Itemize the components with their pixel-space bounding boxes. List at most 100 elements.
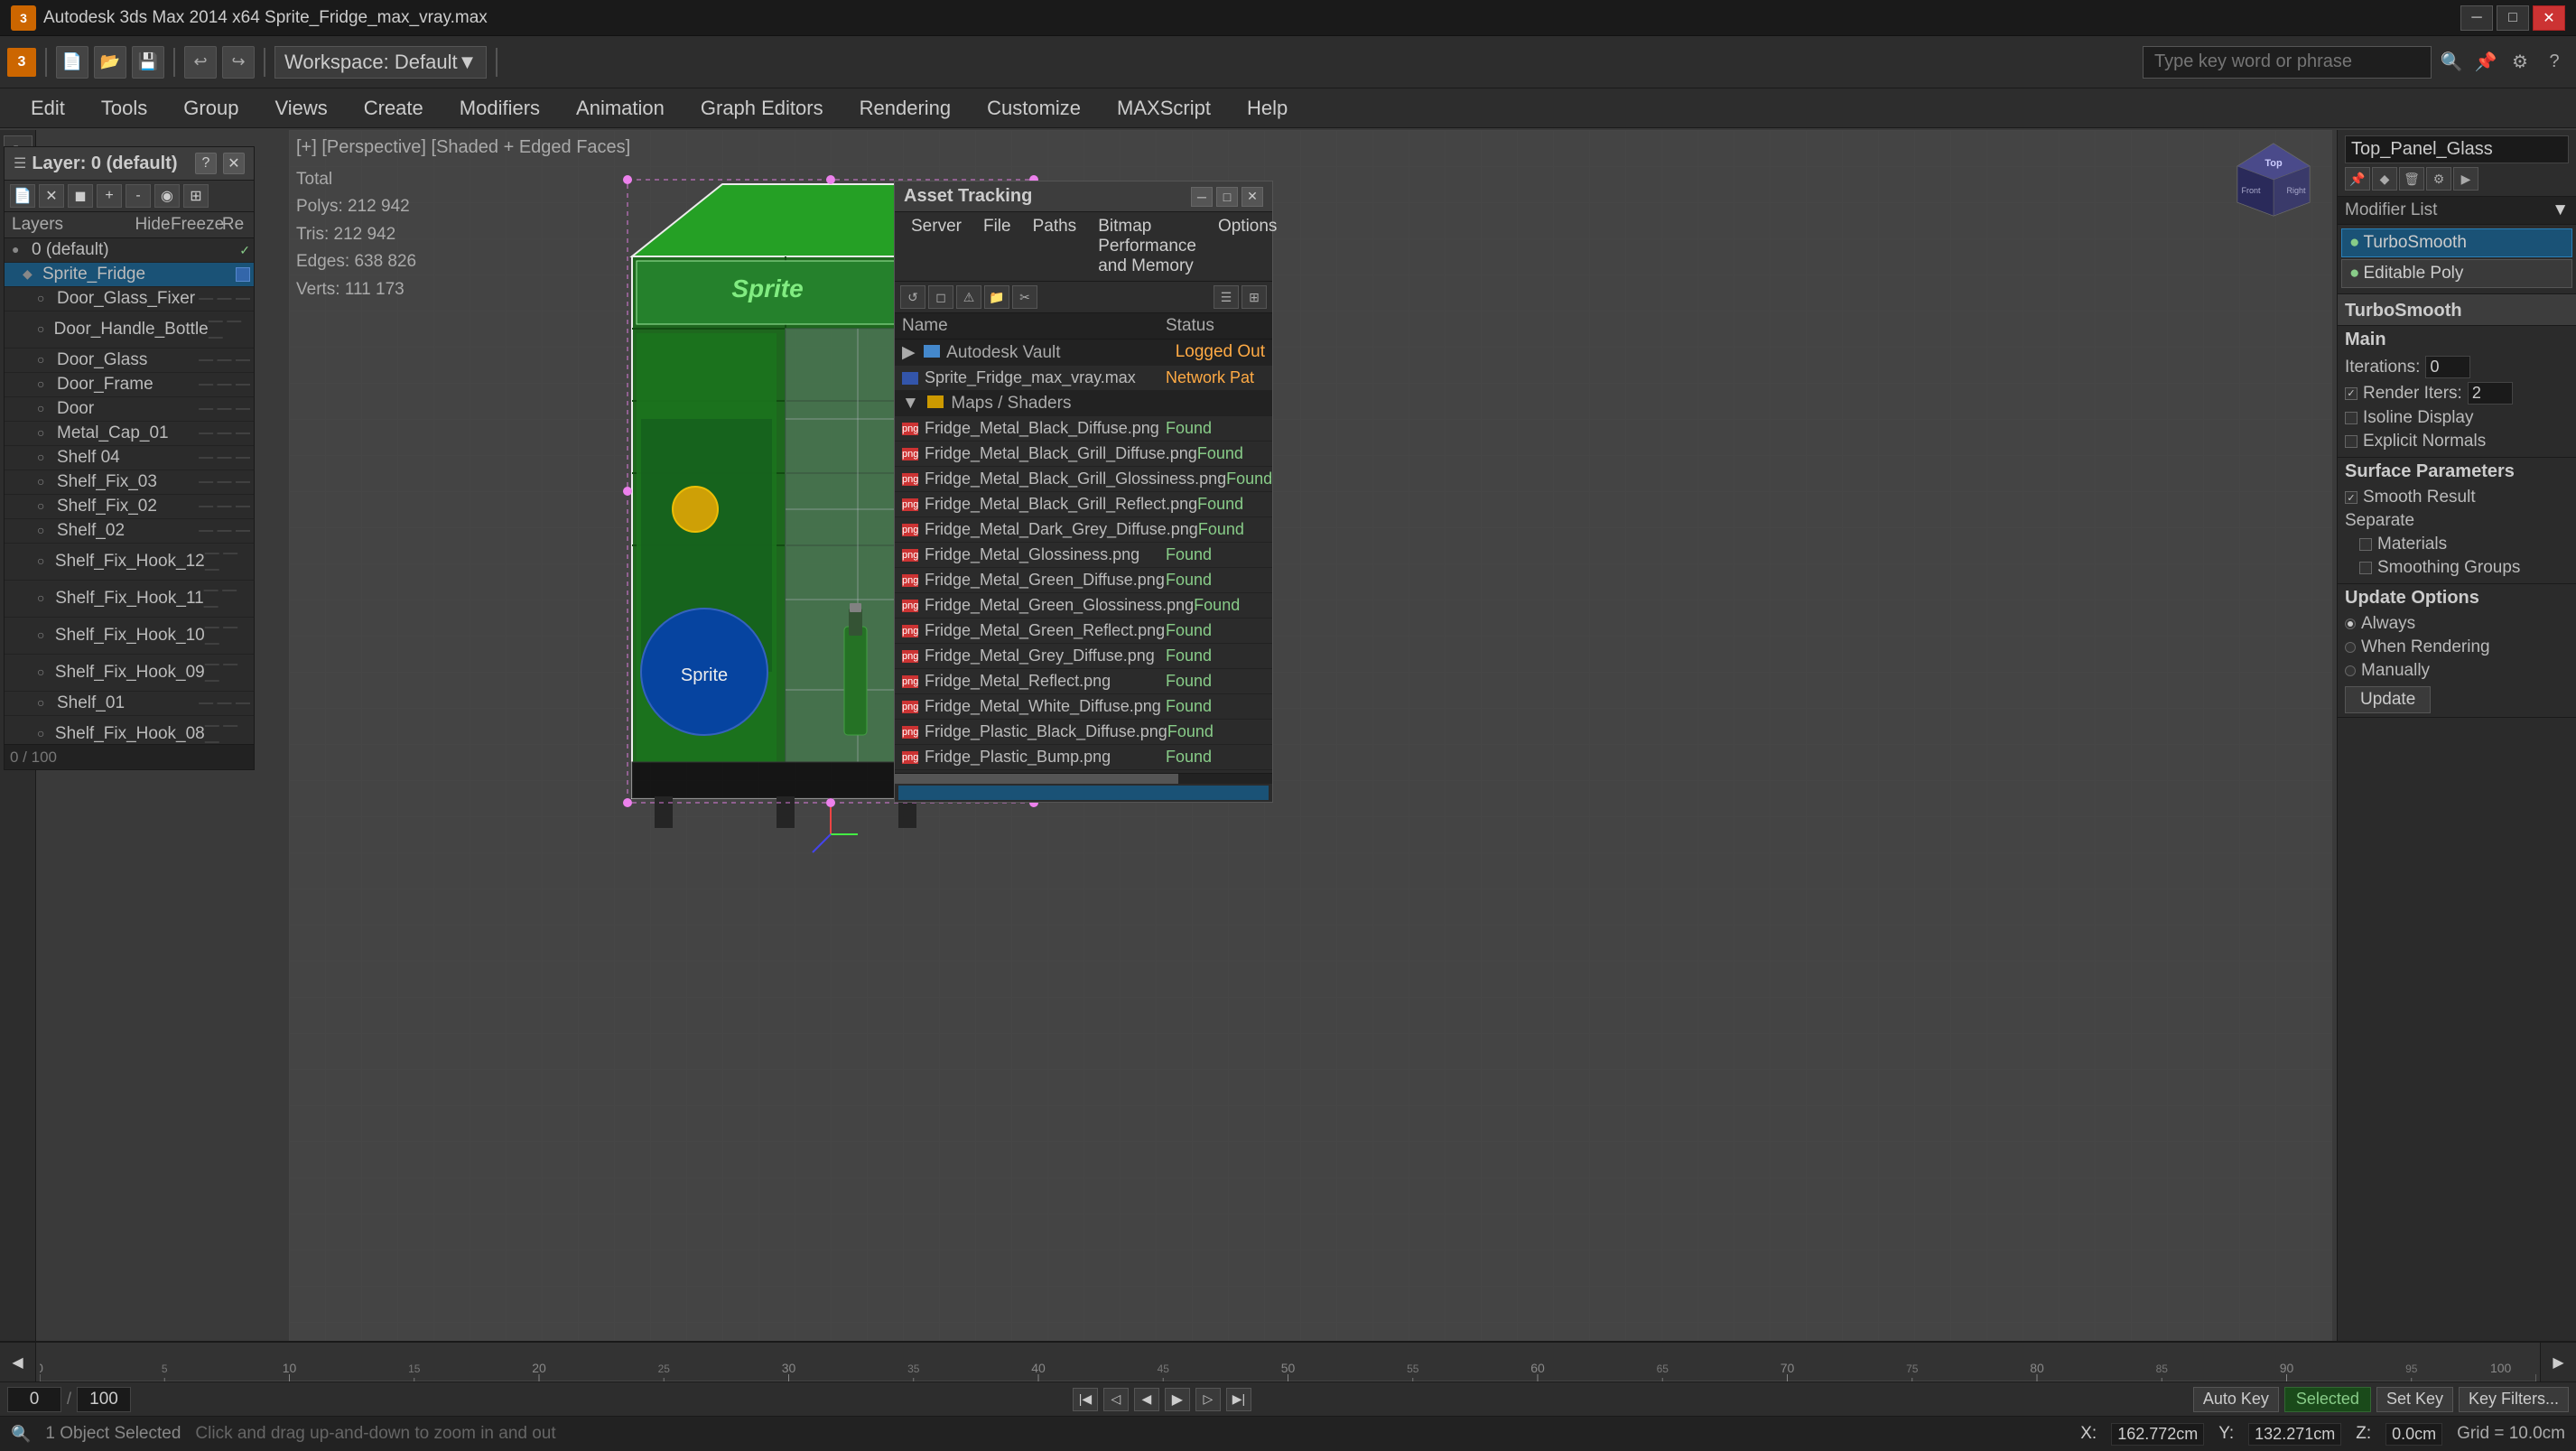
layer-item-shelf-hook-12[interactable]: ○ Shelf_Fix_Hook_12 — — — (5, 544, 254, 581)
at-select-all-btn[interactable]: ◻ (928, 285, 953, 309)
render-iters-input[interactable] (2468, 382, 2513, 405)
total-frames-display[interactable]: 100 (77, 1387, 131, 1412)
prev-key-btn[interactable]: ◁ (1103, 1388, 1129, 1411)
next-key-btn[interactable]: ▷ (1195, 1388, 1221, 1411)
menu-create[interactable]: Create (348, 93, 440, 124)
settings-button[interactable]: ⚙ (2506, 48, 2534, 77)
update-button[interactable]: Update (2345, 686, 2431, 713)
open-file-button[interactable]: 📂 (94, 46, 126, 79)
at-menu-bitmap[interactable]: Bitmap Performance and Memory (1087, 214, 1207, 279)
make-unique-btn[interactable]: ◆ (2372, 167, 2397, 191)
workspace-dropdown[interactable]: Workspace: Default ▼ (274, 46, 487, 79)
layers-add-obj-btn[interactable]: + (97, 184, 122, 208)
last-frame-btn[interactable]: ▶| (1226, 1388, 1251, 1411)
at-maximize-btn[interactable]: □ (1216, 187, 1238, 207)
next-frame-btn[interactable]: ▶ (2540, 1343, 2576, 1381)
redo-button[interactable]: ↪ (222, 46, 255, 79)
at-row-max-file[interactable]: Sprite_Fridge_max_vray.max Network Pat (895, 366, 1272, 391)
layer-item-shelf-fix-03[interactable]: ○ Shelf_Fix_03 — — — (5, 470, 254, 495)
explicit-normals-checkbox[interactable] (2345, 435, 2357, 448)
at-refresh-btn[interactable]: ↺ (900, 285, 925, 309)
play-forward-btn[interactable]: ▶ (1165, 1388, 1190, 1411)
menu-maxscript[interactable]: MAXScript (1101, 93, 1227, 124)
modifier-turbosmooth[interactable]: ● TurboSmooth (2341, 228, 2572, 257)
at-group-maps[interactable]: ▼ Maps / Shaders (895, 391, 1272, 416)
menu-modifiers[interactable]: Modifiers (443, 93, 556, 124)
layers-collapse-btn[interactable]: ⊞ (183, 184, 209, 208)
prev-frame-btn[interactable]: ◀ (0, 1343, 36, 1381)
menu-graph-editors[interactable]: Graph Editors (684, 93, 840, 124)
show-end-btn[interactable]: ▶ (2453, 167, 2478, 191)
layer-item-door[interactable]: ○ Door — — — (5, 397, 254, 422)
layer-item-sprite-fridge[interactable]: ◆ Sprite_Fridge (5, 263, 254, 287)
asset-tracking-titlebar[interactable]: Asset Tracking ─ □ ✕ (895, 181, 1272, 212)
layer-item-shelf-hook-11[interactable]: ○ Shelf_Fix_Hook_11 — — — (5, 581, 254, 618)
at-select-missing-btn[interactable]: ⚠ (956, 285, 981, 309)
update-when-rendering-radio[interactable] (2345, 642, 2356, 653)
layer-item-door-glass[interactable]: ○ Door_Glass — — — (5, 349, 254, 373)
at-row-11[interactable]: pngFridge_Metal_White_Diffuse.png Found (895, 694, 1272, 720)
pin-modifier-btn[interactable]: 📌 (2345, 167, 2370, 191)
at-row-5[interactable]: pngFridge_Metal_Glossiness.png Found (895, 543, 1272, 568)
remove-modifier-btn[interactable]: 🗑 (2399, 167, 2424, 191)
render-iters-checkbox[interactable]: ✓ (2345, 387, 2357, 400)
at-row-6[interactable]: pngFridge_Metal_Green_Diffuse.png Found (895, 568, 1272, 593)
at-set-path-btn[interactable]: 📁 (984, 285, 1009, 309)
layers-panel-help[interactable]: ? (195, 153, 217, 174)
at-row-13[interactable]: pngFridge_Plastic_Bump.png Found (895, 745, 1272, 770)
menu-rendering[interactable]: Rendering (843, 93, 968, 124)
at-row-10[interactable]: pngFridge_Metal_Reflect.png Found (895, 669, 1272, 694)
layers-delete-btn[interactable]: ✕ (39, 184, 64, 208)
at-menu-server[interactable]: Server (900, 214, 972, 279)
menu-edit[interactable]: Edit (14, 93, 81, 124)
at-strip-path-btn[interactable]: ✂ (1012, 285, 1037, 309)
current-frame-display[interactable]: 0 (7, 1387, 61, 1412)
at-minimize-btn[interactable]: ─ (1191, 187, 1213, 207)
help-button[interactable]: ? (2540, 48, 2569, 77)
at-group-vault[interactable]: ▶ Autodesk Vault Logged Out (895, 339, 1272, 366)
menu-customize[interactable]: Customize (971, 93, 1097, 124)
config-sets-btn[interactable]: ⚙ (2426, 167, 2451, 191)
search-button[interactable]: 🔍 (2437, 48, 2466, 77)
modifier-list-dropdown-arrow[interactable]: ▼ (2552, 200, 2569, 220)
layer-item-door-handle[interactable]: ○ Door_Handle_Bottle — — — (5, 312, 254, 349)
layer-item-shelf-fix-04[interactable]: ○ Shelf 04 — — — (5, 446, 254, 470)
undo-button[interactable]: ↩ (184, 46, 217, 79)
key-filters-btn[interactable]: Key Filters... (2459, 1387, 2569, 1412)
at-menu-file[interactable]: File (972, 214, 1022, 279)
layer-item-shelf-hook-08[interactable]: ○ Shelf_Fix_Hook_08 — — — (5, 716, 254, 744)
smooth-result-checkbox[interactable]: ✓ (2345, 491, 2357, 504)
layer-item-default[interactable]: ● 0 (default) ✓ (5, 238, 254, 263)
layer-item-door-glass-fixer[interactable]: ○ Door_Glass_Fixer — — — (5, 287, 254, 312)
materials-checkbox[interactable] (2359, 538, 2372, 551)
close-button[interactable]: ✕ (2533, 5, 2565, 31)
at-menu-paths[interactable]: Paths (1022, 214, 1088, 279)
menu-tools[interactable]: Tools (85, 93, 163, 124)
first-frame-btn[interactable]: |◀ (1073, 1388, 1098, 1411)
search-input[interactable] (2143, 46, 2432, 79)
layers-new-btn[interactable]: 📄 (10, 184, 35, 208)
modifier-editable-poly[interactable]: ● Editable Poly (2341, 259, 2572, 288)
play-back-btn[interactable]: ◀ (1134, 1388, 1159, 1411)
layers-panel-close[interactable]: ✕ (223, 153, 245, 174)
layers-panel-titlebar[interactable]: ☰ Layer: 0 (default) ? ✕ (5, 147, 254, 181)
layer-item-shelf-hook-10[interactable]: ○ Shelf_Fix_Hook_10 — — — (5, 618, 254, 655)
at-row-7[interactable]: pngFridge_Metal_Green_Glossiness.png Fou… (895, 593, 1272, 619)
menu-help[interactable]: Help (1231, 93, 1304, 124)
layer-item-shelf-01[interactable]: ○ Shelf_01 — — — (5, 692, 254, 716)
at-close-btn[interactable]: ✕ (1242, 187, 1263, 207)
at-horizontal-scrollbar[interactable] (895, 773, 1272, 784)
at-row-9[interactable]: pngFridge_Metal_Grey_Diffuse.png Found (895, 644, 1272, 669)
at-view-icons-btn[interactable]: ⊞ (1242, 285, 1267, 309)
layer-item-metal-cap[interactable]: ○ Metal_Cap_01 — — — (5, 422, 254, 446)
menu-views[interactable]: Views (258, 93, 343, 124)
menu-group[interactable]: Group (167, 93, 255, 124)
at-row-2[interactable]: pngFridge_Metal_Black_Grill_Glossiness.p… (895, 467, 1272, 492)
layer-item-shelf-fix-02[interactable]: ○ Shelf_Fix_02 — — — (5, 495, 254, 519)
menu-animation[interactable]: Animation (560, 93, 681, 124)
smoothing-groups-checkbox[interactable] (2359, 562, 2372, 574)
at-row-0[interactable]: pngFridge_Metal_Black_Diffuse.png Found (895, 416, 1272, 442)
at-row-3[interactable]: pngFridge_Metal_Black_Grill_Reflect.png … (895, 492, 1272, 517)
set-key-btn[interactable]: Set Key (2376, 1387, 2453, 1412)
layers-highlight-btn[interactable]: ◉ (154, 184, 180, 208)
